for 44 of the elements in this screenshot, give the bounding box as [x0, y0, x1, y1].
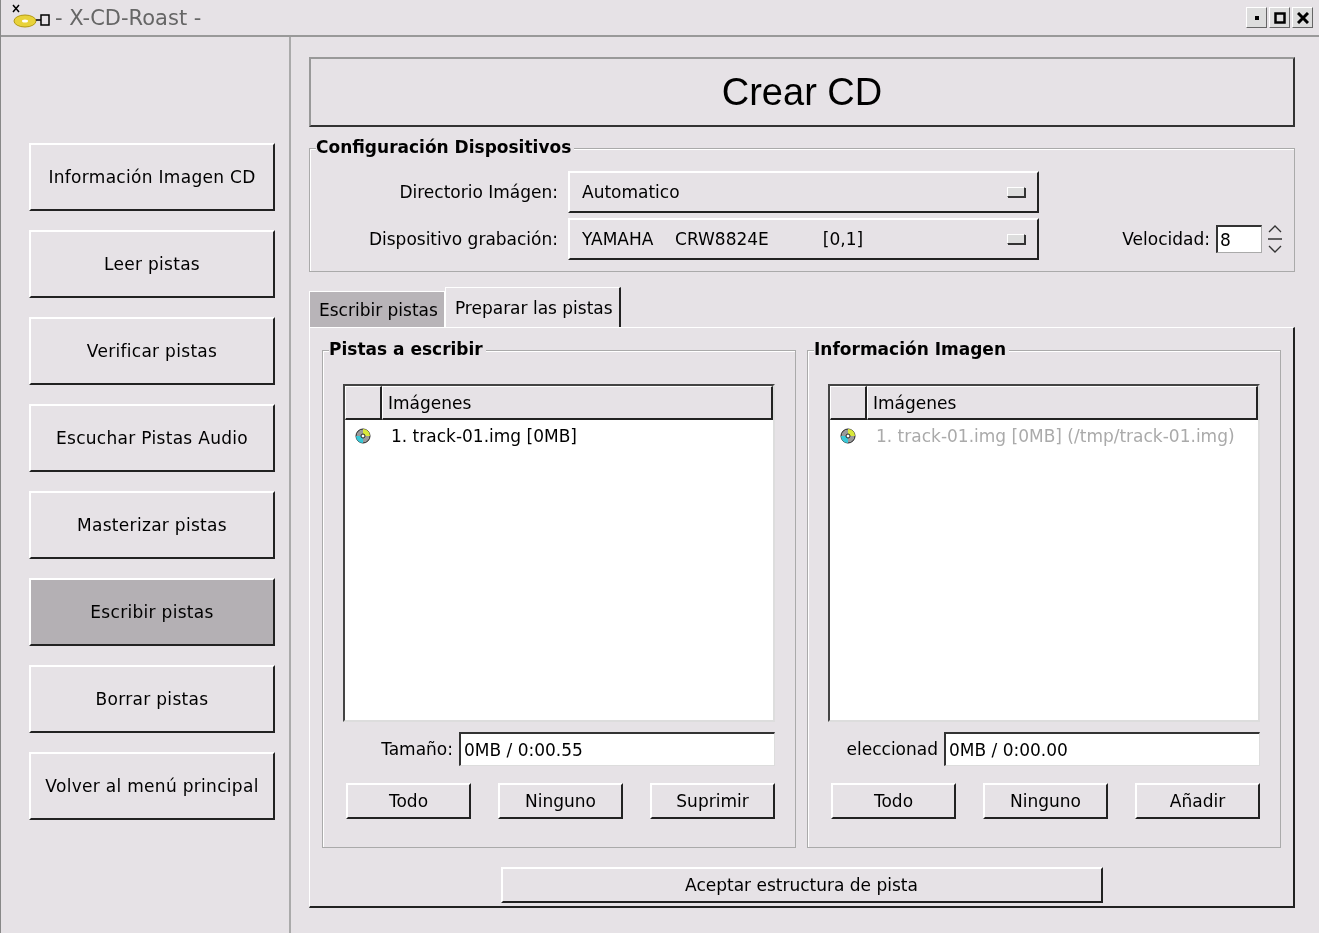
- minimize-button[interactable]: [1246, 7, 1267, 28]
- column-header[interactable]: [345, 386, 382, 420]
- cd-icon: [840, 428, 856, 444]
- window-title: - X-CD-Roast -: [55, 5, 202, 30]
- group-title: Configuración Dispositivos: [316, 137, 575, 157]
- maximize-button[interactable]: [1269, 7, 1290, 28]
- close-icon: [1296, 11, 1309, 24]
- column-header[interactable]: [830, 386, 867, 420]
- field-label: Tamaño:: [381, 739, 453, 759]
- action-button[interactable]: Ninguno: [983, 783, 1108, 819]
- size-field[interactable]: 0MB / 0:00.55: [459, 732, 775, 766]
- cd-icon: [355, 428, 371, 444]
- group-title: Información Imagen: [814, 339, 1009, 359]
- close-button[interactable]: [1292, 7, 1313, 28]
- spin-arrows-icon[interactable]: [1266, 224, 1284, 254]
- sidebar-button[interactable]: Masterizar pistas: [29, 491, 275, 559]
- sidebar-button[interactable]: Escribir pistas: [29, 578, 275, 646]
- column-header[interactable]: Imágenes: [382, 386, 773, 420]
- sidebar-button[interactable]: Leer pistas: [29, 230, 275, 298]
- track-item[interactable]: 1. track-01.img [0MB]: [391, 426, 577, 446]
- speed-field[interactable]: 8: [1216, 225, 1262, 253]
- action-button[interactable]: Suprimir: [650, 783, 775, 819]
- column-header[interactable]: Imágenes: [867, 386, 1258, 420]
- field-label: Dispositivo grabación:: [367, 229, 559, 249]
- accept-button[interactable]: Aceptar estructura de pista: [500, 867, 1103, 903]
- tab[interactable]: Preparar las pistas: [444, 287, 621, 327]
- maximize-icon: [1273, 11, 1286, 24]
- sidebar-button[interactable]: Volver al menú principal: [29, 752, 275, 820]
- action-button[interactable]: Ninguno: [498, 783, 623, 819]
- action-button[interactable]: Todo: [831, 783, 956, 819]
- option-menu[interactable]: YAMAHA CRW8824E [0,1]: [568, 218, 1039, 260]
- page-title: Crear CD: [721, 70, 883, 114]
- tab[interactable]: Escribir pistas: [309, 291, 445, 327]
- action-button[interactable]: Todo: [346, 783, 471, 819]
- option-menu[interactable]: Automatico: [568, 171, 1039, 213]
- sidebar-button[interactable]: Información Imagen CD: [29, 143, 275, 211]
- action-button[interactable]: Añadir: [1135, 783, 1260, 819]
- sidebar-button[interactable]: Borrar pistas: [29, 665, 275, 733]
- sidebar-button[interactable]: Escuchar Pistas Audio: [29, 404, 275, 472]
- size-field[interactable]: 0MB / 0:00.00: [944, 732, 1260, 766]
- field-label: Directorio Imágen:: [398, 182, 559, 202]
- sidebar-button[interactable]: Verificar pistas: [29, 317, 275, 385]
- field-label: eleccionad: [846, 739, 938, 759]
- speed-label: Velocidad:: [1122, 229, 1211, 249]
